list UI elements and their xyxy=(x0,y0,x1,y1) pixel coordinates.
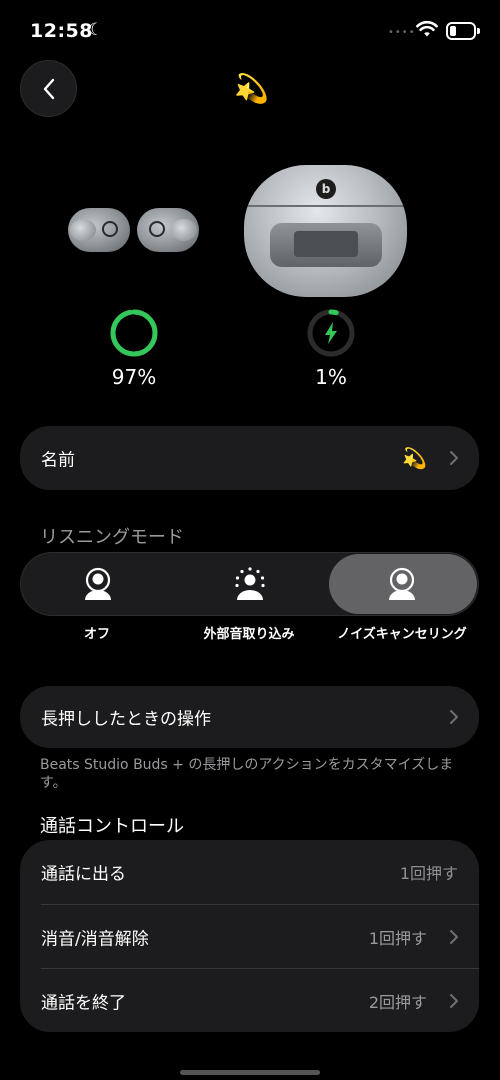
chevron-right-icon xyxy=(450,930,458,944)
call-row-mute[interactable]: 消音/消音解除 1回押す xyxy=(20,905,479,969)
case-battery-ring xyxy=(307,309,355,357)
buds-battery-percent: 97% xyxy=(111,365,157,389)
transparency-mode-icon[interactable] xyxy=(233,567,267,601)
chevron-right-icon xyxy=(450,994,458,1008)
charging-bolt-icon xyxy=(325,322,337,344)
call-row-value: 1回押す xyxy=(368,929,427,948)
buds-battery-ring xyxy=(110,309,158,357)
name-value: 💫 xyxy=(402,446,427,470)
status-bar: 12:58 ☾ •••• xyxy=(0,0,500,60)
listening-mode-title: リスニングモード xyxy=(40,527,184,548)
case-battery-percent: 1% xyxy=(315,365,347,389)
status-time: 12:58 xyxy=(30,20,93,42)
chevron-right-icon xyxy=(450,451,458,465)
moon-icon: ☾ xyxy=(88,20,104,40)
call-row-value: 1回押す xyxy=(399,864,458,883)
wifi-icon xyxy=(416,20,438,37)
call-row-label: 通話を終了 xyxy=(41,993,126,1014)
call-row-value: 2回押す xyxy=(368,993,427,1012)
call-row-label: 消音/消音解除 xyxy=(41,929,149,950)
call-row-end[interactable]: 通話を終了 2回押す xyxy=(20,969,479,1033)
call-row-answer[interactable]: 通話に出る 1回押す xyxy=(20,840,479,904)
name-label: 名前 xyxy=(41,450,75,471)
press-hold-label: 長押ししたときの操作 xyxy=(41,709,211,730)
signal-icon: •••• xyxy=(388,27,416,38)
press-hold-row[interactable]: 長押ししたときの操作 xyxy=(20,686,479,748)
press-hold-description: Beats Studio Buds + の長押しのアクションをカスタマイズします… xyxy=(40,757,454,791)
chevron-right-icon xyxy=(450,710,458,724)
battery-icon xyxy=(446,22,480,40)
device-emoji: 💫 xyxy=(234,72,269,105)
name-row[interactable]: 名前 💫 xyxy=(20,426,479,490)
mode-label-noise-cancellation[interactable]: ノイズキャンセリング xyxy=(327,623,477,642)
mode-label-off[interactable]: オフ xyxy=(22,623,172,642)
home-indicator xyxy=(180,1070,320,1075)
listening-mode-selector[interactable] xyxy=(20,552,479,616)
call-controls-title: 通話コントロール xyxy=(40,816,184,837)
noise-cancellation-icon[interactable] xyxy=(385,567,419,601)
call-controls-card: 通話に出る 1回押す 消音/消音解除 1回押す 通話を終了 2回押す xyxy=(20,840,479,1032)
chevron-left-icon xyxy=(43,78,54,99)
mode-label-transparency[interactable]: 外部音取り込み xyxy=(174,623,324,642)
call-row-label: 通話に出る xyxy=(41,864,126,885)
case-image: b xyxy=(244,165,407,297)
back-button[interactable] xyxy=(20,60,77,117)
off-mode-icon[interactable] xyxy=(81,567,115,601)
